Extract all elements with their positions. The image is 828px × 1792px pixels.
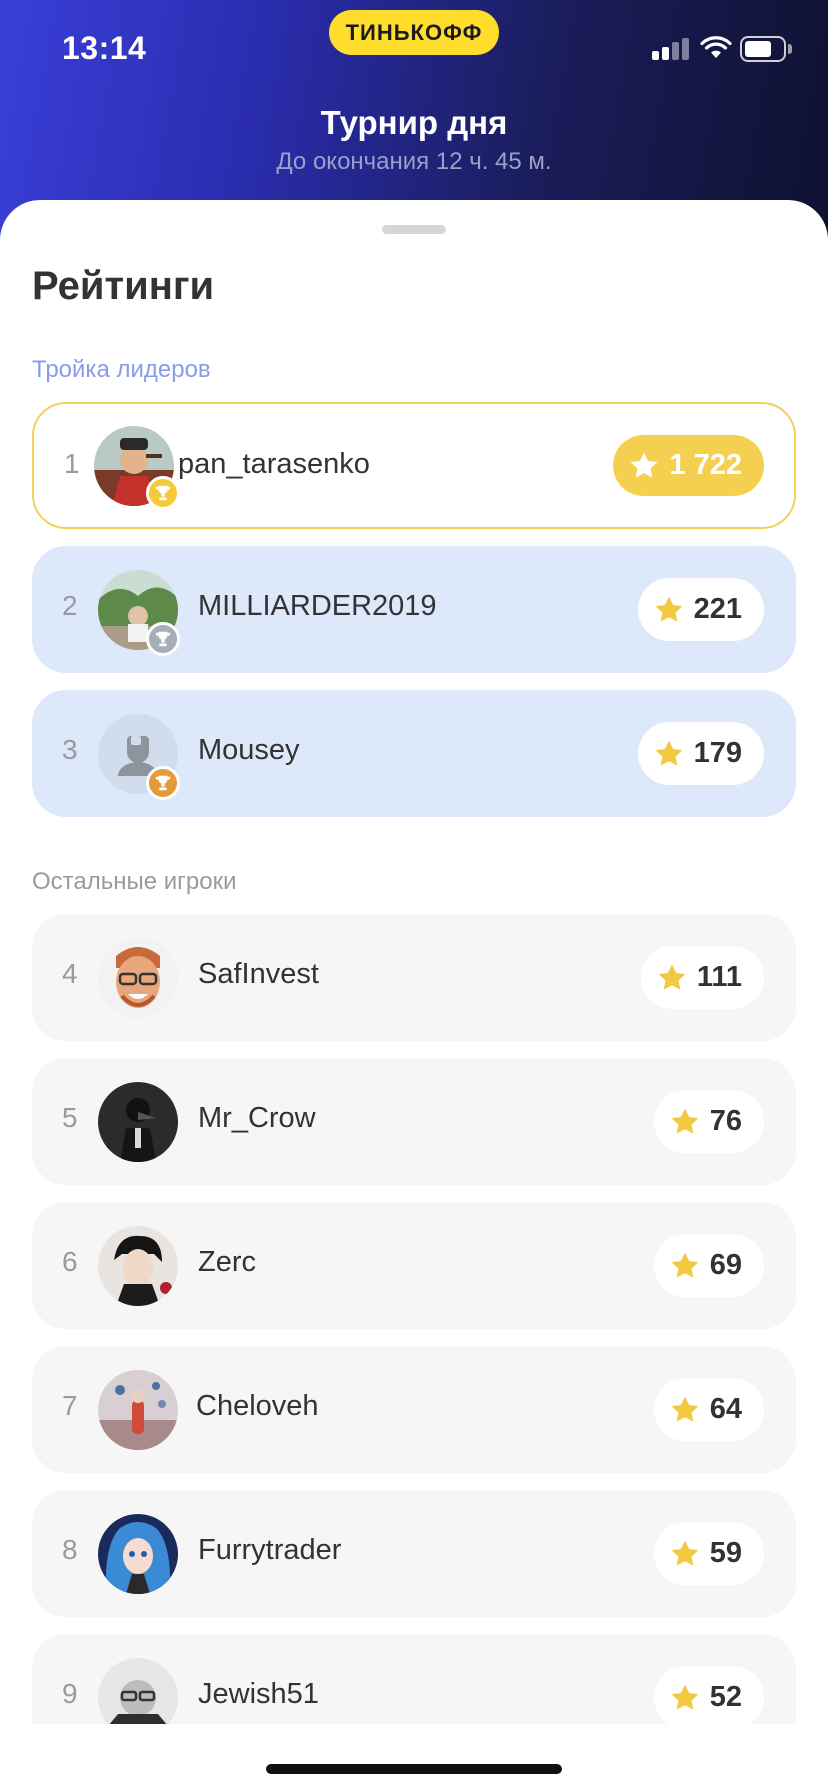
player-name: Mr_Crow [198,1102,316,1134]
wifi-icon [700,36,732,58]
rank-number: 2 [62,590,78,621]
rank-number: 1 [64,448,80,479]
status-time: 13:14 [62,30,147,66]
score-badge: 76 [653,1090,764,1153]
score-value: 221 [693,593,742,625]
player-name: Mousey [198,734,300,766]
leaders-section-label: Тройка лидеров [32,356,211,383]
score-value: 64 [709,1393,742,1425]
gold-trophy-badge [146,476,180,510]
score-value: 69 [709,1249,742,1281]
cellular-signal-icon [652,38,690,60]
trophy-icon [155,485,171,501]
star-icon [655,740,683,766]
silver-trophy-badge [146,622,180,656]
others-section-label: Остальные игроки [32,868,237,895]
rank-number: 7 [62,1390,78,1421]
leader-row[interactable]: 3 Mousey 179 [32,690,796,817]
score-value: 76 [709,1105,742,1137]
score-value: 1 722 [669,449,742,481]
rank-number: 6 [62,1246,78,1277]
player-row[interactable]: 4 SafInvest 111 [32,914,796,1041]
star-icon [630,452,658,478]
score-badge: 52 [653,1666,764,1729]
list-fade-bottom [0,1724,828,1792]
time-remaining: До окончания 12 ч. 45 м. [276,148,552,175]
avatar [98,1082,178,1162]
leader-row[interactable]: 1 pan_tarasenko 1 722 [32,402,796,529]
player-row[interactable]: 6 Zerc 69 [32,1202,796,1329]
player-name: Zerc [198,1246,256,1278]
star-icon [671,1108,699,1134]
rank-number: 4 [62,958,78,989]
player-name: pan_tarasenko [178,448,370,480]
avatar [98,1514,178,1594]
star-icon [655,596,683,622]
battery-icon [740,36,792,62]
score-badge: 111 [640,946,764,1009]
player-name: SafInvest [198,958,319,990]
score-badge: 221 [637,578,764,641]
score-badge: 1 722 [613,435,764,496]
player-name: Jewish51 [198,1678,319,1710]
rank-number: 8 [62,1534,78,1565]
player-row[interactable]: 7 Cheloveh 64 [32,1346,796,1473]
brand-pill: ТИНЬКОФФ [329,10,499,55]
player-row[interactable]: 8 Furrytrader 59 [32,1490,796,1617]
rank-number: 3 [62,734,78,765]
player-row[interactable]: 5 Mr_Crow 76 [32,1058,796,1185]
avatar [98,938,178,1018]
player-name: MILLIARDER2019 [198,590,437,622]
sheet-title: Рейтинги [32,264,215,308]
star-icon [671,1396,699,1422]
player-name: Furrytrader [198,1534,342,1566]
score-badge: 179 [637,722,764,785]
rank-number: 5 [62,1102,78,1133]
star-icon [671,1252,699,1278]
page-title: Турнир дня [320,104,508,141]
star-icon [671,1540,699,1566]
trophy-icon [155,775,171,791]
sheet-grabber[interactable] [382,225,446,234]
avatar [98,1370,178,1450]
status-bar: 13:14 ТИНЬКОФФ [0,0,828,100]
home-indicator[interactable] [266,1764,562,1774]
score-value: 111 [696,961,742,993]
score-value: 179 [693,737,742,769]
trophy-icon [155,631,171,647]
rank-number: 9 [62,1678,78,1709]
leader-row[interactable]: 2 MILLIARDER2019 221 [32,546,796,673]
score-badge: 69 [653,1234,764,1297]
ratings-sheet: Рейтинги Тройка лидеров 1 pan_tarasenko … [0,200,828,1792]
score-badge: 64 [653,1378,764,1441]
star-icon [658,964,686,990]
score-value: 52 [709,1681,742,1713]
player-name: Cheloveh [196,1390,319,1422]
avatar [98,1226,178,1306]
star-icon [671,1684,699,1710]
score-badge: 59 [653,1522,764,1585]
bronze-trophy-badge [146,766,180,800]
score-value: 59 [709,1537,742,1569]
